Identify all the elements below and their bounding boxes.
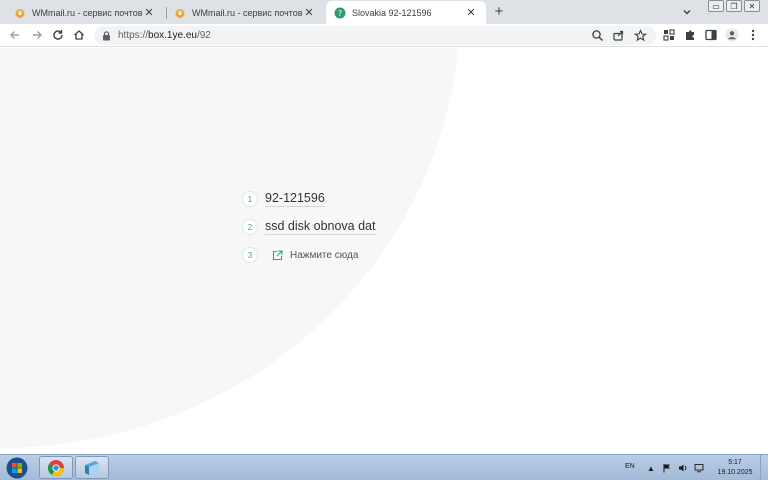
- minimize-icon[interactable]: ▭: [708, 0, 724, 12]
- window-controls: ▭ ❐ ✕: [708, 0, 760, 12]
- step-1: 1 92-121596: [242, 191, 325, 207]
- browser-toolbar: https://box.1ye.eu/92: [0, 24, 768, 47]
- page-content: 1 92-121596 2 ssd disk obnova dat 3 Нажм…: [0, 48, 768, 454]
- tab-search-chevron-icon[interactable]: [680, 5, 694, 19]
- network-icon[interactable]: [694, 463, 704, 473]
- close-icon[interactable]: ✕: [464, 6, 478, 20]
- zoom-icon[interactable]: [591, 29, 604, 42]
- step-number: 2: [242, 219, 258, 235]
- step-3: 3 Нажмите сюда: [242, 247, 358, 263]
- wmmail-favicon-icon: [14, 7, 26, 19]
- tab-wmmail-2[interactable]: WMmail.ru - сервис почтовых р ✕: [166, 1, 324, 24]
- windows-taskbar: EN ▲ 5:17 19.10.2025: [0, 454, 768, 480]
- green-question-favicon-icon: ?: [334, 7, 346, 19]
- share-icon[interactable]: [612, 29, 625, 42]
- windows-start-button[interactable]: [4, 456, 30, 480]
- tab-title: WMmail.ru - сервис почтовых р: [192, 7, 302, 18]
- clock-time: 5:17: [728, 459, 742, 466]
- language-indicator[interactable]: EN: [625, 463, 635, 470]
- tab-wmmail-1[interactable]: WMmail.ru - сервис почтовых р ✕: [6, 1, 164, 24]
- new-tab-button[interactable]: +: [490, 3, 508, 21]
- background-circle: [0, 48, 460, 448]
- bookmark-star-icon[interactable]: [634, 29, 647, 42]
- step-number: 3: [242, 247, 258, 263]
- taskbar-file-manager-button[interactable]: [75, 456, 109, 479]
- back-arrow-icon[interactable]: [8, 28, 22, 42]
- forward-arrow-icon[interactable]: [30, 28, 44, 42]
- menu-kebab-icon[interactable]: [746, 28, 760, 42]
- step-text: 92-121596: [265, 191, 325, 207]
- taskbar-chrome-button[interactable]: [39, 456, 73, 479]
- close-icon[interactable]: ✕: [302, 6, 316, 20]
- puzzle-extensions-icon[interactable]: [683, 28, 697, 42]
- profile-avatar-icon[interactable]: [725, 28, 739, 42]
- url-text[interactable]: https://box.1ye.eu/92: [118, 30, 211, 41]
- side-panel-icon[interactable]: [704, 28, 718, 42]
- url-path: /92: [196, 30, 211, 41]
- close-window-icon[interactable]: ✕: [744, 0, 760, 12]
- volume-icon[interactable]: [678, 463, 688, 473]
- tab-title: WMmail.ru - сервис почтовых р: [32, 7, 142, 18]
- url-scheme: https://: [118, 30, 149, 41]
- taskbar-clock[interactable]: 5:17 19.10.2025: [712, 458, 758, 478]
- step-2: 2 ssd disk obnova dat: [242, 219, 376, 235]
- wmmail-favicon-icon: [174, 7, 186, 19]
- close-icon[interactable]: ✕: [142, 6, 156, 20]
- extension-icon[interactable]: [662, 28, 676, 42]
- click-here-link-label: Нажмите сюда: [290, 249, 359, 261]
- tab-strip: WMmail.ru - сервис почтовых р ✕ WMmail.r…: [0, 0, 768, 24]
- chrome-icon: [48, 459, 64, 476]
- action-center-flag-icon[interactable]: [662, 463, 672, 473]
- svg-text:?: ?: [338, 9, 342, 18]
- tab-slovakia[interactable]: ? Slovakia 92-121596 ✕: [326, 1, 486, 24]
- click-here-link[interactable]: Нажмите сюда: [272, 250, 358, 261]
- url-host: box.1ye.eu: [148, 30, 197, 41]
- show-hidden-icons-icon[interactable]: ▲: [646, 463, 656, 473]
- restore-icon[interactable]: ❐: [726, 0, 742, 12]
- file-manager-icon: [85, 460, 99, 475]
- external-link-icon: [272, 249, 283, 261]
- step-number: 1: [242, 191, 258, 207]
- tab-title: Slovakia 92-121596: [352, 7, 432, 18]
- address-bar[interactable]: https://box.1ye.eu/92: [94, 26, 656, 45]
- lock-icon[interactable]: [102, 30, 111, 41]
- clock-date: 19.10.2025: [717, 469, 753, 476]
- step-text: ssd disk obnova dat: [265, 219, 376, 235]
- home-icon[interactable]: [72, 28, 86, 42]
- reload-icon[interactable]: [51, 28, 65, 42]
- show-desktop-button[interactable]: [760, 455, 768, 480]
